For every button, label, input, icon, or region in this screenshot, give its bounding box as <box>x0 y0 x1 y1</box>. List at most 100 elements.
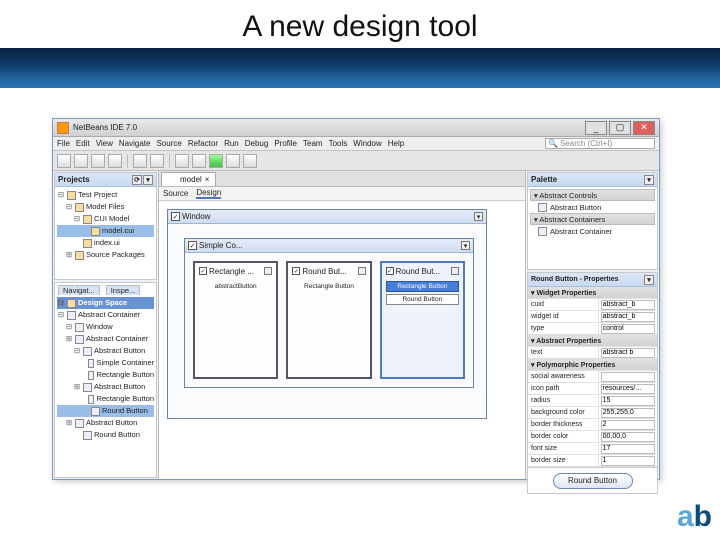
palette-menu-button[interactable]: ▾ <box>644 175 654 185</box>
navigator-node[interactable]: Round Button <box>57 405 154 417</box>
navigator-node[interactable]: Rectangle Button <box>57 369 154 381</box>
canvas-inner-check[interactable]: ✓ <box>188 241 197 250</box>
property-value-input[interactable] <box>601 420 655 430</box>
property-value-input[interactable] <box>601 444 655 454</box>
clean-button[interactable] <box>192 154 206 168</box>
property-value-input[interactable] <box>601 300 655 310</box>
tab-inspector[interactable]: Inspe... <box>106 285 141 295</box>
new-project-button[interactable] <box>74 154 88 168</box>
canvas-widget[interactable]: Rectangle Button <box>292 281 365 292</box>
save-button[interactable] <box>108 154 122 168</box>
tab-navigator[interactable]: Navigat... <box>58 285 100 295</box>
property-value-input[interactable] <box>601 432 655 442</box>
property-row: cuid <box>528 299 657 311</box>
subtab-source[interactable]: Source <box>163 189 188 198</box>
canvas-widget[interactable]: Rectangle Button <box>386 281 459 292</box>
canvas-container[interactable]: ✓Round But...Rectangle Button <box>286 261 371 379</box>
tree-node[interactable]: model.cui <box>57 225 154 237</box>
menu-file[interactable]: File <box>57 139 70 148</box>
tree-node[interactable]: index.ui <box>57 237 154 249</box>
canvas-outer-check[interactable]: ✓ <box>171 212 180 221</box>
navigator-node[interactable]: ⊞Abstract Container <box>57 333 154 345</box>
canvas-outer-dropdown[interactable]: ▾ <box>474 212 483 221</box>
canvas-container[interactable]: ✓Round But...Rectangle ButtonRound Butto… <box>380 261 465 379</box>
property-value-input[interactable] <box>601 396 655 406</box>
projects-tree[interactable]: ⊟Test Project⊟Model Files⊟CUI Modelmodel… <box>55 187 156 279</box>
build-button[interactable] <box>175 154 189 168</box>
tree-node[interactable]: ⊟Test Project <box>57 189 154 201</box>
menu-team[interactable]: Team <box>303 139 323 148</box>
menu-source[interactable]: Source <box>156 139 181 148</box>
debug-button[interactable] <box>226 154 240 168</box>
property-row: border size <box>528 455 657 467</box>
menu-profile[interactable]: Profile <box>274 139 297 148</box>
palette-item[interactable]: Abstract Container <box>530 226 655 237</box>
projects-refresh-button[interactable]: ⟳ <box>132 175 142 185</box>
menu-navigate[interactable]: Navigate <box>119 139 151 148</box>
property-value-input[interactable] <box>601 312 655 322</box>
tree-node[interactable]: ⊟CUI Model <box>57 213 154 225</box>
property-value-input[interactable] <box>601 348 655 358</box>
palette-title: Palette <box>531 175 557 184</box>
property-row: social awareness <box>528 371 657 383</box>
properties-title: Round Button - Properties <box>531 276 619 283</box>
property-section[interactable]: ▾ Abstract Properties <box>528 335 657 347</box>
palette-category[interactable]: ▾ Abstract Containers <box>530 213 655 225</box>
logo-b: b <box>694 500 712 534</box>
menu-refactor[interactable]: Refactor <box>188 139 218 148</box>
open-button[interactable] <box>91 154 105 168</box>
navigator-node[interactable]: ⊞Abstract Button <box>57 417 154 429</box>
navigator-node[interactable]: Simple Container <box>57 357 154 369</box>
projects-menu-button[interactable]: ▾ <box>143 175 153 185</box>
navigator-node[interactable]: ⊟Abstract Button <box>57 345 154 357</box>
menu-debug[interactable]: Debug <box>245 139 269 148</box>
navigator-node[interactable]: Round Button <box>57 429 154 441</box>
maximize-button[interactable]: ▢ <box>609 121 631 135</box>
tree-node[interactable]: ⊟Model Files <box>57 201 154 213</box>
navigator-node[interactable]: ⊟Abstract Container <box>57 309 154 321</box>
subtab-design[interactable]: Design <box>196 188 221 199</box>
canvas-inner-dropdown[interactable]: ▾ <box>461 241 470 250</box>
search-input[interactable]: 🔍 Search (Ctrl+I) <box>545 138 655 149</box>
navigator-tabs: Navigat... Inspe... <box>55 283 156 295</box>
property-value-input[interactable] <box>601 408 655 418</box>
design-canvas[interactable]: ✓ Window ▾ ✓ Simple Co... ▾ ✓Rectangle .… <box>159 201 525 479</box>
navigator-node[interactable]: Rectangle Button <box>57 393 154 405</box>
profile-button[interactable] <box>243 154 257 168</box>
navigator-node[interactable]: ⊟Window <box>57 321 154 333</box>
property-row: font size <box>528 443 657 455</box>
editor-tab-close-icon[interactable]: × <box>205 175 210 184</box>
navigator-node[interactable]: ⊞Abstract Button <box>57 381 154 393</box>
menu-window[interactable]: Window <box>353 139 381 148</box>
canvas-outer-window[interactable]: ✓ Window ▾ ✓ Simple Co... ▾ ✓Rectangle .… <box>167 209 487 419</box>
property-value-input[interactable] <box>601 456 655 466</box>
menu-help[interactable]: Help <box>388 139 404 148</box>
menu-tools[interactable]: Tools <box>329 139 348 148</box>
preview-round-button: Round Button <box>553 473 633 489</box>
properties-menu-button[interactable]: ▾ <box>644 275 654 285</box>
palette-item[interactable]: Abstract Button <box>530 202 655 213</box>
undo-button[interactable] <box>133 154 147 168</box>
editor-tab-model[interactable]: model × <box>161 172 216 186</box>
palette-category[interactable]: ▾ Abstract Controls <box>530 189 655 201</box>
minimize-button[interactable]: _ <box>585 121 607 135</box>
menu-run[interactable]: Run <box>224 139 239 148</box>
property-value-input[interactable] <box>601 372 655 382</box>
property-value-input[interactable] <box>601 324 655 334</box>
canvas-inner-window[interactable]: ✓ Simple Co... ▾ ✓Rectangle ...abstractB… <box>184 238 474 388</box>
run-button[interactable] <box>209 154 223 168</box>
property-section[interactable]: ▾ Polymorphic Properties <box>528 359 657 371</box>
canvas-widget[interactable]: abstractButton <box>199 281 272 292</box>
close-button[interactable]: ✕ <box>633 121 655 135</box>
property-row: widget id <box>528 311 657 323</box>
tree-node[interactable]: ⊞Source Packages <box>57 249 154 261</box>
canvas-widget[interactable]: Round Button <box>386 294 459 305</box>
menu-view[interactable]: View <box>96 139 113 148</box>
property-section[interactable]: ▾ Widget Properties <box>528 287 657 299</box>
navigator-tree[interactable]: ⊟ Design Space ⊟Abstract Container⊟Windo… <box>55 295 156 477</box>
redo-button[interactable] <box>150 154 164 168</box>
new-file-button[interactable] <box>57 154 71 168</box>
property-value-input[interactable] <box>601 384 655 394</box>
canvas-container[interactable]: ✓Rectangle ...abstractButton <box>193 261 278 379</box>
menu-edit[interactable]: Edit <box>76 139 90 148</box>
